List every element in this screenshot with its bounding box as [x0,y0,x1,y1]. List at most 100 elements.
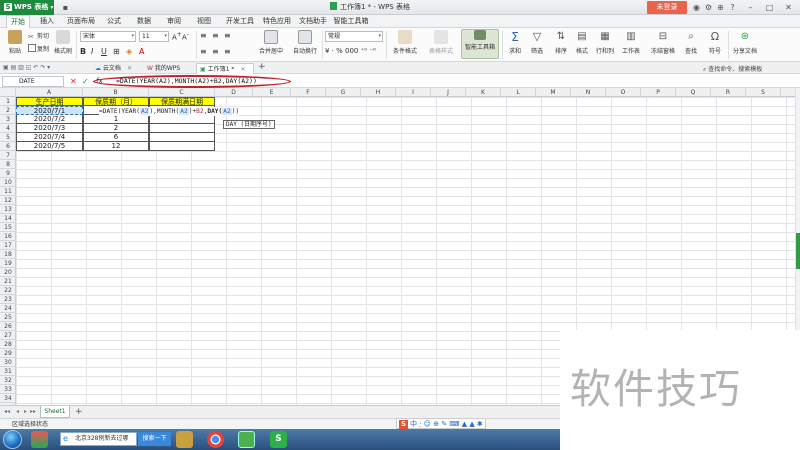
wps-app-menu-button[interactable]: S WPS 表格 ▾ [0,0,54,15]
row-header-11[interactable]: 11 [0,187,16,196]
column-header-i[interactable]: I [396,88,431,97]
prev-sheet-icon[interactable]: ◂ [16,408,19,415]
header-cell-shelf-life[interactable]: 保质期（月） [83,97,149,106]
column-header-g[interactable]: G [326,88,361,97]
column-header-l[interactable]: L [501,88,536,97]
tab-review[interactable]: 审阅 [164,15,184,28]
fill-color-icon[interactable]: ◈ [126,47,132,56]
freeze-panes-button[interactable]: ⊟ 冻结窗格 [646,30,680,55]
table-cell-c4[interactable] [149,124,215,133]
close-icon[interactable]: ✕ [127,65,132,72]
row-header-25[interactable]: 25 [0,313,16,322]
column-header-o[interactable]: O [606,88,641,97]
row-header-32[interactable]: 32 [0,376,16,385]
select-all-corner[interactable] [0,88,16,97]
row-header-8[interactable]: 8 [0,160,16,169]
confirm-formula-button[interactable]: ✓ [82,76,89,87]
tab-insert[interactable]: 插入 [36,15,58,28]
smart-toolbox-button[interactable]: 智能工具箱 [461,29,499,59]
ime-toolbar[interactable]: S中 ·̤ ☺ ⊕ ✎ ⌨ ▲ ▲ ✱ [396,418,486,429]
row-header-18[interactable]: 18 [0,250,16,259]
italic-icon[interactable]: I [91,47,93,56]
row-header-3[interactable]: 3 [0,115,16,124]
table-style-button[interactable]: 表格样式 [424,30,458,55]
chrome-icon[interactable] [207,431,224,448]
settings-icon[interactable]: ⚙ [703,2,714,13]
tab-special[interactable]: 特色应用 [260,15,294,28]
row-header-14[interactable]: 14 [0,214,16,223]
quick-access-icons[interactable]: ▣ ▤ ▥ ◱ ↶ ↷ ▾ [3,64,50,71]
row-header-12[interactable]: 12 [0,196,16,205]
table-cell-a6[interactable]: 2020/7/5 [16,142,83,151]
row-header-5[interactable]: 5 [0,133,16,142]
app-launcher-icon[interactable] [31,431,48,448]
align-left-icon[interactable]: ≡ [200,47,207,56]
tab-smart-toolbox[interactable]: 智能工具箱 [332,15,370,28]
underline-icon[interactable]: U [101,47,107,56]
column-header-m[interactable]: M [536,88,571,97]
tab-formulas[interactable]: 公式 [104,15,124,28]
worksheet-button[interactable]: ▥ 工作表 [616,30,646,55]
row-header-6[interactable]: 6 [0,142,16,151]
row-header-26[interactable]: 26 [0,322,16,331]
row-header-22[interactable]: 22 [0,286,16,295]
row-header-2[interactable]: 2 [0,106,16,115]
cancel-formula-button[interactable]: ✕ [70,76,77,87]
row-header-23[interactable]: 23 [0,295,16,304]
row-header-19[interactable]: 19 [0,259,16,268]
maximize-icon[interactable]: □ [764,2,775,13]
currency-icon[interactable]: ¥ · % 000 ⁺⁰ ⁻⁰ [325,47,376,55]
minimize-icon[interactable]: – [745,2,756,13]
row-header-29[interactable]: 29 [0,349,16,358]
column-header-q[interactable]: Q [676,88,711,97]
add-sheet-icon[interactable]: + [75,406,83,418]
tab-page-layout[interactable]: 页面布局 [64,15,98,28]
font-name-select[interactable]: 宋体 ▾ [80,31,136,42]
row-header-10[interactable]: 10 [0,178,16,187]
last-sheet-icon[interactable]: ▸▸ [30,408,36,415]
bold-icon[interactable]: B [80,47,86,56]
column-header-e[interactable]: E [253,88,291,97]
row-header-21[interactable]: 21 [0,277,16,286]
column-header-n[interactable]: N [571,88,606,97]
table-cell-a2[interactable]: 2020/7/1 [16,106,83,115]
symbol-button[interactable]: Ω 符号 [700,30,730,55]
in-cell-formula-editor[interactable]: =DATE(YEAR(A2),MONTH(A2)+B2,DAY(A2)) [99,107,240,116]
grow-font-icon[interactable]: A+ [172,32,182,41]
wps-spreadsheet-taskbar-icon[interactable]: S [270,431,287,448]
table-cell-b5[interactable]: 6 [83,133,149,142]
auto-wrap-button[interactable]: 自动换行 [288,30,322,55]
file-explorer-icon[interactable] [176,431,193,448]
column-header-r[interactable]: R [711,88,746,97]
table-cell-a5[interactable]: 2020/7/4 [16,133,83,142]
row-header-7[interactable]: 7 [0,151,16,160]
align-bottom-icon[interactable]: ≡ [224,31,231,40]
tab-data[interactable]: 数据 [134,15,154,28]
paste-button[interactable]: 粘贴 [0,30,30,55]
conditional-format-button[interactable]: 条件格式 [388,30,422,55]
column-header-k[interactable]: K [466,88,501,97]
row-header-15[interactable]: 15 [0,223,16,232]
tab-home[interactable]: 开始 [6,15,30,28]
row-header-27[interactable]: 27 [0,331,16,340]
wps-taskbar-icon[interactable] [238,431,255,448]
row-header-13[interactable]: 13 [0,205,16,214]
font-size-select[interactable]: 11 ▾ [139,31,169,42]
table-cell-b6[interactable]: 12 [83,142,149,151]
sheet-tab-sheet1[interactable]: Sheet1 [40,406,70,418]
merge-center-button[interactable]: 合并居中 [254,30,288,55]
column-header-j[interactable]: J [431,88,466,97]
table-cell-a3[interactable]: 2020/7/2 [16,115,83,124]
share-icon[interactable]: ⊕ [715,2,726,13]
name-box[interactable]: DATE [2,76,64,87]
row-header-9[interactable]: 9 [0,169,16,178]
table-cell-c3[interactable] [149,115,215,124]
border-icon[interactable]: ⊞ [113,47,120,56]
table-cell-c6[interactable] [149,142,215,151]
close-icon[interactable]: ✕ [240,66,245,73]
align-top-icon[interactable]: ≡ [200,31,207,40]
tab-doc-assistant[interactable]: 文档助手 [296,15,330,28]
column-header-h[interactable]: H [361,88,396,97]
table-cell-b4[interactable]: 2 [83,124,149,133]
header-cell-production-date[interactable]: 生产日期 [16,97,83,106]
